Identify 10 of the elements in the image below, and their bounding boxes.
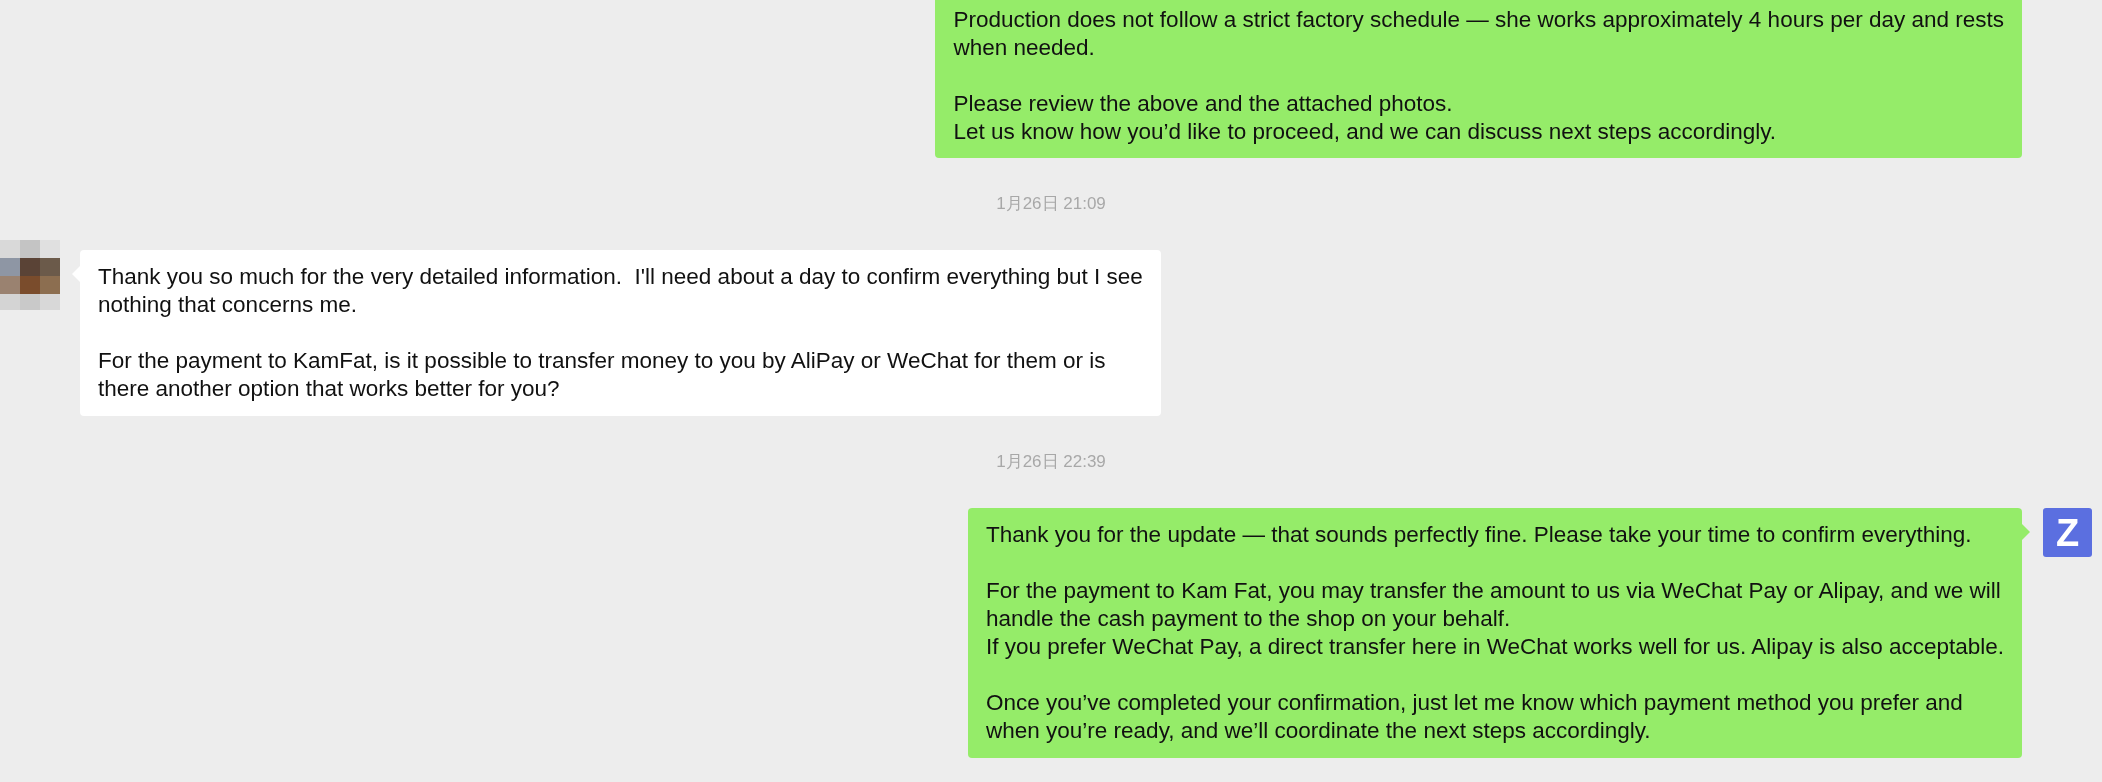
message-text: Thank you for the update — that sounds perfectly fine. Please take your time to confirm everything. [986, 521, 1973, 549]
message-text: For the payment to Kam Fat, you may transfer the amount to us via WeChat Pay or Alipay, and we will handle the cash payment to the shop on your behalf. If you prefer WeChat Pay, a direct transfer here in WeChat works well for us. Alipay is also acceptable. [986, 577, 2004, 661]
timestamp: 1月26日 21:09 [996, 193, 1106, 215]
avatar[interactable]: Z [2043, 508, 2092, 557]
message-text: For the payment to KamFat, is it possible to transfer money to you by AliPay or WeChat for them or is there another option that works better for you? [98, 347, 1107, 403]
message-text: Thank you so much for the very detailed information. I'll need about a day to confirm everything but I see nothing that concerns me. [98, 263, 1143, 319]
timestamp: 1月26日 22:39 [996, 451, 1106, 473]
message-text: Please review the above and the attached photos. Let us know how you’d like to proceed, and we can discuss next steps accordingly. [953, 90, 1778, 146]
message-text: Once you’ve completed your confirmation, just let me know which payment method you prefer and when you’re ready, and we’ll coordinate the next steps accordingly. [986, 689, 1964, 745]
message-text: Production does not follow a strict factory schedule — she works approximately 4 hours per day and rests when needed. [953, 6, 2004, 62]
